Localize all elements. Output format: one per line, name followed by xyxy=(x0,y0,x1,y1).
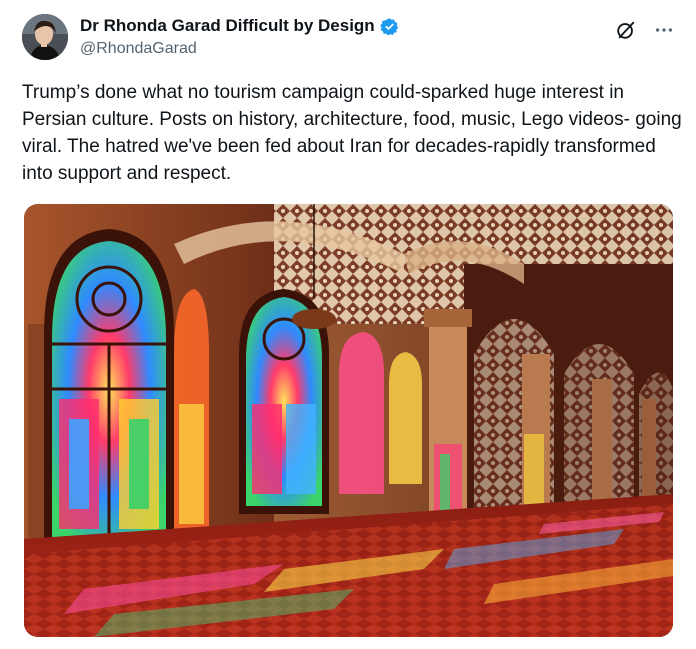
display-name[interactable]: Dr Rhonda Garad Difficult by Design xyxy=(80,16,375,36)
handle[interactable]: @RhondaGarad xyxy=(80,40,399,58)
post-text: Trump’s done what no tourism campaign co… xyxy=(22,82,682,184)
post-actions xyxy=(614,18,676,42)
avatar[interactable] xyxy=(22,14,68,60)
post-image[interactable] xyxy=(24,204,673,637)
more-options-icon[interactable] xyxy=(652,18,676,42)
tweet-card: Dr Rhonda Garad Difficult by Design @Rho… xyxy=(0,0,696,649)
author-block: Dr Rhonda Garad Difficult by Design @Rho… xyxy=(80,16,399,58)
verified-badge-icon xyxy=(379,17,399,36)
grok-icon[interactable] xyxy=(614,18,638,42)
